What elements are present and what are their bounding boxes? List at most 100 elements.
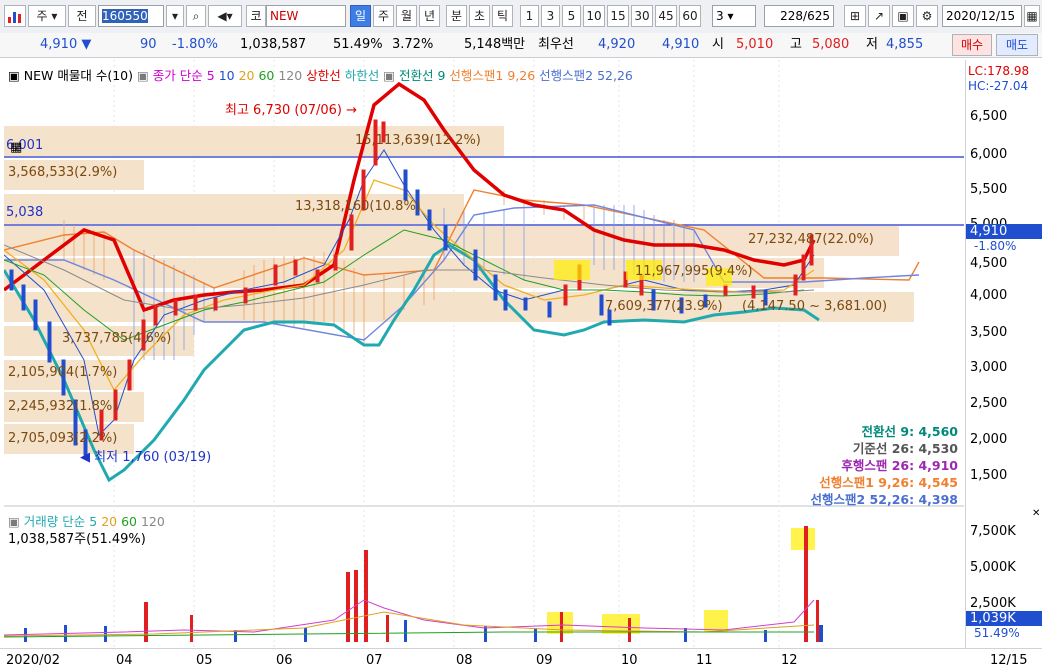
market-select[interactable]: 전 (68, 5, 96, 27)
ask-price: 4,920 (598, 37, 636, 52)
volume-value: 1,038,587주(51.49%) (8, 532, 146, 547)
period-week[interactable]: 주 (373, 5, 394, 27)
ichimoku-base: 기준선 26: 4,530 (852, 441, 958, 456)
legend-ma120: 120 (278, 68, 303, 83)
best-label: 최우선 (538, 37, 574, 52)
sell-button[interactable]: 매도 (996, 34, 1038, 56)
interval-select[interactable]: 3 ▾ (712, 5, 756, 27)
vp-label-10: 2,705,093(2.2%) (8, 431, 118, 446)
ichimoku-lagging: 후행스팬 26: 4,910 (841, 458, 958, 473)
zoom-icon[interactable]: ⊞ (844, 5, 866, 27)
stock-code-input[interactable]: 160550 (98, 5, 164, 27)
period-minute[interactable]: 분 (446, 5, 467, 27)
buy-button[interactable]: 매수 (952, 34, 992, 56)
legend-marker2-icon: ▣ (383, 68, 396, 83)
date-input[interactable]: 2020/12/15 (942, 5, 1022, 27)
volume-legend-ma5: 거래량 단순 5 (23, 514, 98, 529)
x-tick: 06 (276, 653, 293, 668)
axis-tick: 3,000 (970, 360, 1008, 375)
open-label: 시 (712, 37, 724, 52)
vp-label-2: 3,568,533(2.9%) (8, 165, 118, 180)
axis-tick: 2,500 (970, 396, 1008, 411)
calculator-icon[interactable]: ▦ (10, 140, 26, 156)
legend-span2: 선행스팬2 52,26 (539, 68, 633, 83)
interval-5[interactable]: 5 (562, 5, 581, 27)
volume: 1,038,587 (240, 37, 307, 52)
x-tick: 04 (116, 653, 133, 668)
x-tick: 2020/02 (6, 653, 61, 668)
vol-axis-tick: 5,000K (970, 560, 1016, 575)
current-volume-tag: 1,039K (966, 611, 1042, 626)
ko-label[interactable]: 코 (246, 5, 266, 27)
vp-label-3: 13,318,160(10.8%) (295, 199, 421, 214)
interval-10[interactable]: 10 (583, 5, 605, 27)
gear-icon[interactable]: ⚙ (916, 5, 938, 27)
period-second[interactable]: 초 (469, 5, 490, 27)
axis-tick: 1,500 (970, 468, 1008, 483)
legend-ma5: 종가 단순 5 (152, 68, 215, 83)
interval-15[interactable]: 15 (607, 5, 629, 27)
vp-label-9: 2,245,932(1.8%) (8, 399, 118, 414)
interval-45[interactable]: 45 (655, 5, 677, 27)
period-year[interactable]: 년 (419, 5, 440, 27)
current-volume-rate: 51.49% (974, 626, 1020, 640)
calendar-icon[interactable]: ▦ (1024, 5, 1040, 27)
chart-legend: ▣ NEW 매물대 수(10) ▣ 종가 단순 5 10 20 60 120 상… (8, 65, 633, 84)
pane-close-icon[interactable]: ✕ (1032, 508, 1040, 519)
axis-tick: 6,000 (970, 147, 1008, 162)
axis-tick: 5,500 (970, 182, 1008, 197)
interval-1[interactable]: 1 (520, 5, 539, 27)
legend-conversion: 전환선 9 (399, 68, 446, 83)
legend-ma10: 10 (218, 68, 235, 83)
period-day[interactable]: 일 (350, 5, 371, 27)
high-label: 고 (790, 37, 802, 52)
legend-separator-icon: ▣ (137, 68, 149, 83)
legend-upper: 상한선 (306, 68, 341, 83)
current-price: 4,910 ▼ (40, 37, 92, 52)
code-dropdown-icon[interactable]: ▾ (166, 5, 184, 27)
speaker-icon[interactable]: ◀▾ (208, 5, 242, 27)
ichimoku-span2: 선행스팬2 52,26: 4,398 (810, 492, 959, 507)
volume-legend-ma60: 60 (121, 514, 137, 529)
legend-span1: 선행스팬1 9,26 (449, 68, 536, 83)
axis-tick: 3,500 (970, 325, 1008, 340)
period-month[interactable]: 월 (396, 5, 417, 27)
axis-tick: 4,000 (970, 288, 1008, 303)
legend-marker-icon: ▣ (8, 68, 20, 83)
x-tick: 10 (621, 653, 638, 668)
hc-label: HC:-27.04 (968, 79, 1029, 93)
period-tick[interactable]: 틱 (492, 5, 513, 27)
price-chart[interactable] (4, 60, 964, 650)
stock-name-field[interactable]: NEW (266, 5, 346, 27)
low-annotation: ◀ 최저 1,760 (03/19) (80, 450, 212, 465)
ichimoku-conversion: 전환선 9: 4,560 (861, 424, 958, 439)
interval-60[interactable]: 60 (679, 5, 701, 27)
chart-type-icon[interactable] (4, 5, 26, 27)
vp-label-1: 15,113,639(12.2%) (355, 133, 481, 148)
x-tick-last: 12/15 (990, 653, 1028, 668)
save-icon[interactable]: ▣ (892, 5, 914, 27)
quote-bar: 4,910 ▼ 90 -1.80% 1,038,587 51.49% 3.72%… (0, 33, 1042, 58)
x-tick: 11 (696, 653, 713, 668)
high-price: 5,080 (812, 37, 850, 52)
volume-legend-ma120: 120 (140, 514, 165, 529)
legend-ma20: 20 (238, 68, 255, 83)
price-axis[interactable]: LC:178.98 HC:-27.04 6,500 6,000 5,500 5,… (965, 60, 1042, 650)
current-price-tag: 4,910 (966, 224, 1042, 239)
interval-3[interactable]: 3 (541, 5, 560, 27)
x-tick: 08 (456, 653, 473, 668)
lc-label: LC:178.98 (968, 64, 1030, 78)
interval-30[interactable]: 30 (631, 5, 653, 27)
vp-label-5: 11,967,995(9.4%) (635, 264, 753, 279)
count-input[interactable]: 228/625 (764, 5, 834, 27)
ichimoku-values: 전환선 9: 4,560 기준선 26: 4,530 후행스팬 26: 4,91… (780, 423, 959, 508)
category-select[interactable]: 주 ▾ (28, 5, 66, 27)
vol-axis-tick: 2,500K (970, 596, 1016, 611)
indicator-icon[interactable]: ↗ (868, 5, 890, 27)
legend-ma60: 60 (258, 68, 275, 83)
legend-lower: 하한선 (344, 68, 380, 83)
x-tick: 09 (536, 653, 553, 668)
search-icon[interactable]: ⌕ (186, 5, 206, 27)
vol-axis-tick: 7,500K (970, 524, 1016, 539)
time-axis[interactable]: 2020/02 04 05 06 07 08 09 10 11 12 12/15 (0, 648, 1042, 672)
